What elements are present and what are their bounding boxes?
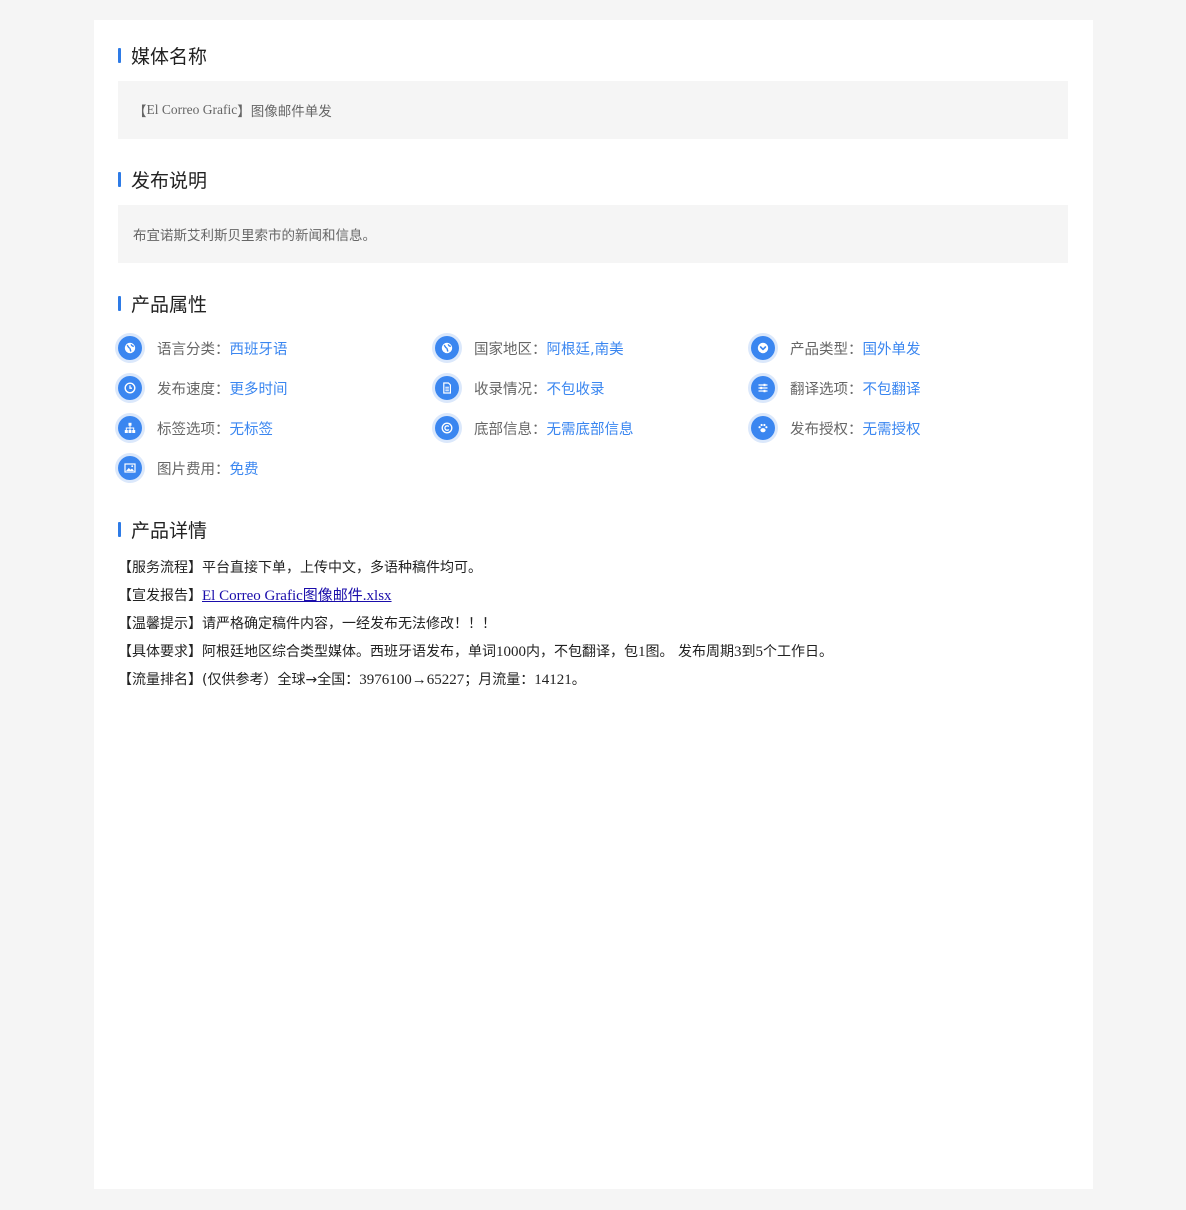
product-panel: 媒体名称 【El Correo Grafic】图像邮件单发 发布说明 布宜诺斯艾… (94, 20, 1093, 1189)
attribute-value[interactable]: 国外单发 (863, 338, 921, 359)
attribute-value[interactable]: 免费 (230, 458, 259, 479)
national-rank: 65227 (426, 672, 465, 688)
section-title-text: 产品属性 (131, 293, 208, 316)
section-title-attributes: 产品属性 (118, 289, 207, 317)
media-name-latin: El Correo Grafic (146, 102, 238, 117)
paw-icon (751, 416, 775, 440)
detail-text: 。 (571, 672, 586, 688)
publish-desc-box: 布宜诺斯艾利斯贝里索市的新闻和信息。 (118, 205, 1068, 263)
sliders-icon (751, 376, 775, 400)
attribute-label: 语言分类： (157, 341, 230, 358)
clock-icon (118, 376, 142, 400)
globe-icon (435, 336, 459, 360)
attribute-value[interactable]: 无标签 (230, 418, 274, 439)
attribute-language: 语言分类： 西班牙语 (118, 335, 288, 361)
global-rank: 3976100 (359, 672, 412, 688)
section-title-publish-desc: 发布说明 (118, 165, 207, 193)
image-icon (118, 456, 142, 480)
chevron-down-circle-icon (751, 336, 775, 360)
section-title-media-name: 媒体名称 (118, 41, 207, 69)
attribute-value[interactable]: 无需授权 (863, 418, 921, 439)
attribute-indexing: 收录情况： 不包收录 (435, 375, 605, 401)
globe-icon (118, 336, 142, 360)
attribute-tags: 标签选项： 无标签 (118, 415, 273, 441)
attribute-authorization: 发布授权： 无需授权 (751, 415, 921, 441)
word-limit: 1000 (496, 644, 526, 660)
media-name-bracket-open: 【 (133, 104, 147, 120)
arrow-glyph: → (411, 672, 427, 688)
report-download-link[interactable]: El Correo Grafic图像邮件.xlsx (202, 588, 392, 604)
detail-text: 【温馨提示】请严格确定稿件内容，一经发布无法修改！！！ (118, 616, 496, 632)
detail-traffic-rank: 【流量排名】(仅供参考）全球→全国：3976100→65227；月流量：1412… (118, 668, 1058, 692)
days-to: 5 (755, 644, 763, 660)
attribute-label: 图片费用： (157, 461, 230, 478)
attribute-region: 国家地区： 阿根廷,南美 (435, 335, 624, 361)
attribute-label: 底部信息： (474, 421, 547, 438)
attribute-product-type: 产品类型： 国外单发 (751, 335, 921, 361)
attribute-label: 标签选项： (157, 421, 230, 438)
detail-requirements: 【具体要求】阿根廷地区综合类型媒体。西班牙语发布，单词1000内，不包翻译，包1… (118, 640, 1058, 664)
detail-text: 【具体要求】阿根廷地区综合类型媒体。西班牙语发布，单词 (118, 644, 496, 660)
attribute-image-fee: 图片费用： 免费 (118, 455, 259, 481)
section-title-text: 媒体名称 (131, 45, 208, 68)
detail-tip: 【温馨提示】请严格确定稿件内容，一经发布无法修改！！！ (118, 612, 1058, 636)
section-title-text: 发布说明 (131, 169, 208, 192)
detail-text: 图。 发布周期 (645, 644, 734, 660)
document-icon (435, 376, 459, 400)
attribute-value[interactable]: 阿根廷,南美 (547, 338, 624, 359)
detail-text: 到 (741, 644, 756, 660)
detail-text: 内，不包翻译，包 (526, 644, 638, 660)
attribute-label: 发布授权： (790, 421, 863, 438)
section-accent-bar (118, 295, 121, 311)
attribute-value[interactable]: 不包收录 (547, 378, 605, 399)
attribute-label: 收录情况： (474, 381, 547, 398)
attribute-footer-info: 底部信息： 无需底部信息 (435, 415, 634, 441)
detail-text: 【流量排名】(仅供参考）全球→全国： (118, 672, 360, 688)
media-name-bracket-close: 】 (237, 104, 251, 120)
media-name-box: 【El Correo Grafic】图像邮件单发 (118, 81, 1068, 139)
copyright-icon (435, 416, 459, 440)
section-accent-bar (118, 171, 121, 187)
attribute-value[interactable]: 不包翻译 (863, 378, 921, 399)
attribute-label: 发布速度： (157, 381, 230, 398)
attribute-label: 翻译选项： (790, 381, 863, 398)
detail-text: 个工作日。 (762, 644, 833, 660)
attribute-label: 产品类型： (790, 341, 863, 358)
section-title-details: 产品详情 (118, 515, 207, 543)
attribute-value[interactable]: 西班牙语 (230, 338, 288, 359)
section-accent-bar (118, 521, 121, 537)
attribute-publish-speed: 发布速度： 更多时间 (118, 375, 288, 401)
section-accent-bar (118, 47, 121, 63)
monthly-traffic: 14121 (534, 672, 572, 688)
detail-service-flow: 【服务流程】平台直接下单，上传中文，多语种稿件均可。 (118, 556, 1058, 580)
attribute-value[interactable]: 无需底部信息 (547, 418, 634, 439)
publish-desc-text: 布宜诺斯艾利斯贝里索市的新闻和信息。 (133, 228, 376, 244)
attribute-translation: 翻译选项： 不包翻译 (751, 375, 921, 401)
detail-report: 【宣发报告】El Correo Grafic图像邮件.xlsx (118, 584, 1058, 608)
attribute-label: 国家地区： (474, 341, 547, 358)
sitemap-icon (118, 416, 142, 440)
image-count: 1 (638, 644, 646, 660)
detail-text: 【服务流程】平台直接下单，上传中文，多语种稿件均可。 (118, 560, 482, 576)
detail-label: 【宣发报告】 (118, 588, 202, 604)
media-name-suffix: 图像邮件单发 (250, 104, 332, 120)
section-title-text: 产品详情 (131, 519, 208, 542)
attribute-value[interactable]: 更多时间 (230, 378, 288, 399)
detail-text: ；月流量： (464, 672, 535, 688)
